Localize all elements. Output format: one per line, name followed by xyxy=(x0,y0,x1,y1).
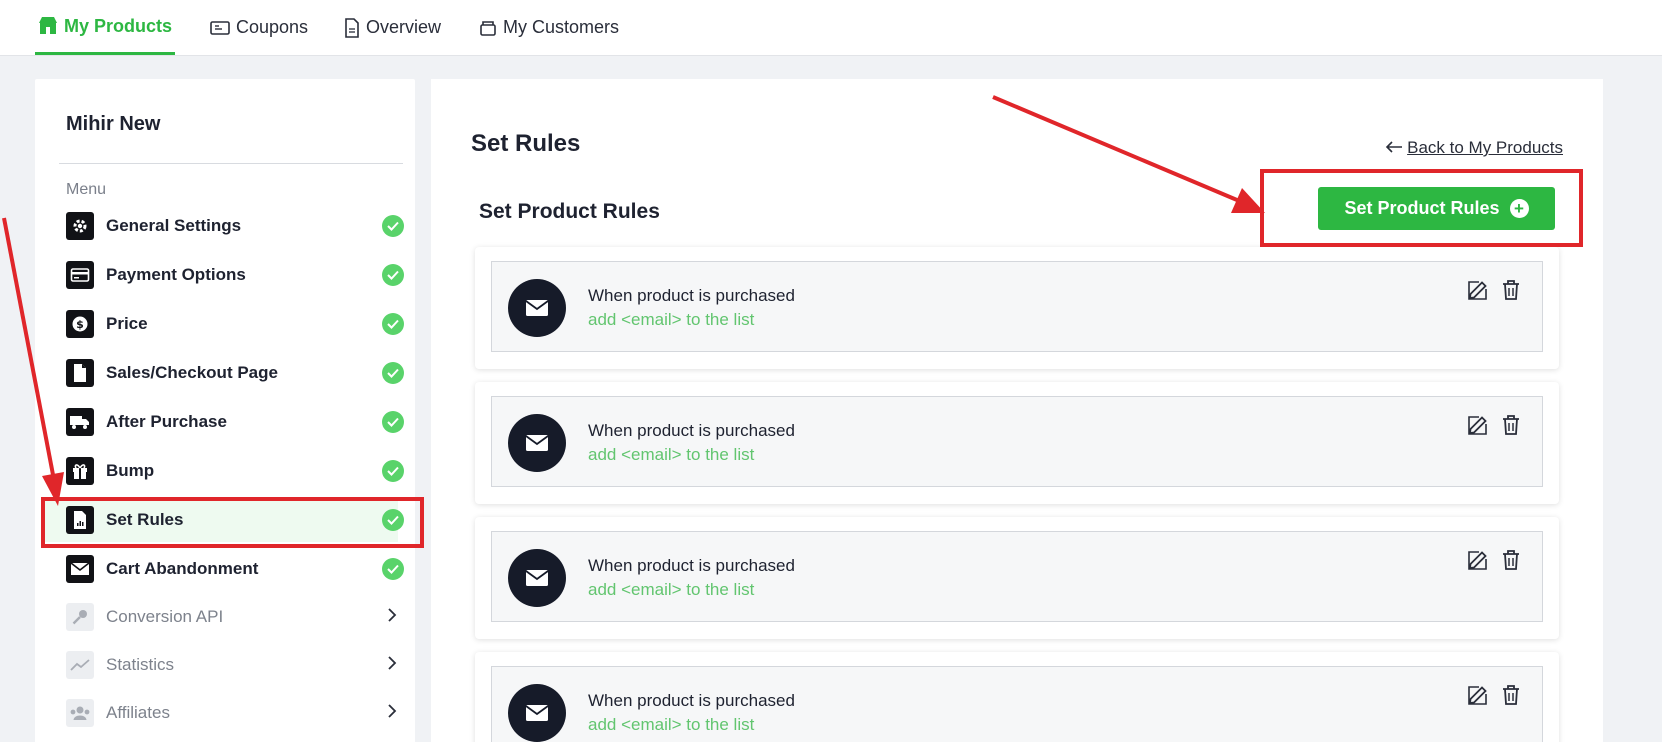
sidebar-item-cart-abandonment[interactable]: Cart Abandonment xyxy=(41,547,404,591)
tab-overview[interactable]: Overview xyxy=(344,0,441,55)
product-sidebar: Mihir New Menu General Settings Payment … xyxy=(35,79,415,742)
rule-card: When product is purchased add <email> to… xyxy=(475,652,1559,742)
page-title: Set Rules xyxy=(471,130,581,157)
back-to-products-link[interactable]: Back to My Products xyxy=(1385,138,1563,158)
sidebar-item-label: Price xyxy=(106,314,148,333)
check-circle-icon xyxy=(382,509,404,531)
sidebar-item-conversion-api[interactable]: Conversion API xyxy=(41,595,398,639)
main-panel: Set Rules Back to My Products Set Produc… xyxy=(431,79,1603,742)
sidebar-item-sales-checkout-page[interactable]: Sales/Checkout Page xyxy=(41,351,404,395)
chevron-right-icon xyxy=(387,607,397,628)
truck-icon xyxy=(66,408,94,436)
chevron-right-icon xyxy=(387,703,397,724)
sidebar-item-set-rules[interactable]: Set Rules xyxy=(41,498,404,542)
check-circle-icon xyxy=(382,411,404,433)
sidebar-item-affiliates[interactable]: Affiliates xyxy=(41,691,398,735)
rule-action: add <email> to the list xyxy=(588,445,755,464)
tab-label: Coupons xyxy=(236,17,309,37)
tab-my-products[interactable]: My Products xyxy=(35,0,176,55)
users-icon xyxy=(66,699,94,727)
credit-card-icon xyxy=(66,261,94,289)
rule-body: When product is purchased add <email> to… xyxy=(491,396,1543,487)
button-label: Set Product Rules xyxy=(1344,198,1500,218)
sidebar-item-label: Set Rules xyxy=(106,510,184,529)
set-product-rules-button[interactable]: Set Product Rules + xyxy=(1318,187,1555,230)
rule-card: When product is purchased add <email> to… xyxy=(475,247,1559,369)
check-circle-icon xyxy=(382,362,404,384)
sidebar-item-label: Cart Abandonment xyxy=(106,559,259,578)
ticket-icon xyxy=(210,20,230,36)
rule-card: When product is purchased add <email> to… xyxy=(475,517,1559,639)
sidebar-item-price[interactable]: $ Price xyxy=(41,302,404,346)
tab-my-customers[interactable]: My Customers xyxy=(479,0,619,55)
sidebar-item-label: Payment Options xyxy=(106,265,246,284)
report-icon xyxy=(66,506,94,534)
tab-label: My Customers xyxy=(503,17,620,37)
envelope-icon xyxy=(508,414,566,472)
envelope-icon xyxy=(508,279,566,337)
arrow-left-icon xyxy=(1385,138,1403,158)
tab-label: My Products xyxy=(64,15,173,36)
rule-action: add <email> to the list xyxy=(588,715,755,734)
trash-icon[interactable] xyxy=(1501,684,1521,711)
rule-card: When product is purchased add <email> to… xyxy=(475,382,1559,504)
sidebar-item-bump[interactable]: Bump xyxy=(41,449,404,493)
section-title: Set Product Rules xyxy=(479,200,660,223)
edit-icon[interactable] xyxy=(1467,549,1489,576)
sidebar-item-after-purchase[interactable]: After Purchase xyxy=(41,400,404,444)
envelope-icon xyxy=(508,684,566,742)
envelope-icon xyxy=(508,549,566,607)
sidebar-item-label: Conversion API xyxy=(106,607,224,626)
rule-trigger: When product is purchased xyxy=(588,421,795,440)
trash-icon[interactable] xyxy=(1501,549,1521,576)
plus-circle-icon: + xyxy=(1509,199,1529,218)
rule-body: When product is purchased add <email> to… xyxy=(491,531,1543,622)
customers-icon xyxy=(479,19,497,37)
dollar-icon: $ xyxy=(66,310,94,338)
sidebar-item-general-settings[interactable]: General Settings xyxy=(41,204,404,248)
back-link-label: Back to My Products xyxy=(1407,138,1563,157)
trash-icon[interactable] xyxy=(1501,414,1521,441)
check-circle-icon xyxy=(382,215,404,237)
rule-body: When product is purchased add <email> to… xyxy=(491,261,1543,352)
rule-trigger: When product is purchased xyxy=(588,286,795,305)
edit-icon[interactable] xyxy=(1467,414,1489,441)
menu-label: Menu xyxy=(66,181,107,198)
sidebar-item-label: After Purchase xyxy=(106,412,227,431)
product-name: Mihir New xyxy=(66,113,161,135)
check-circle-icon xyxy=(382,558,404,580)
envelope-icon xyxy=(66,555,94,583)
edit-icon[interactable] xyxy=(1467,279,1489,306)
tab-label: Overview xyxy=(366,17,442,37)
trash-icon[interactable] xyxy=(1501,279,1521,306)
trend-icon xyxy=(66,651,94,679)
sidebar-item-statistics[interactable]: Statistics xyxy=(41,643,398,687)
sidebar-item-label: Sales/Checkout Page xyxy=(106,363,278,382)
gear-icon xyxy=(66,212,94,240)
top-navigation: My Products Coupons Overview My Customer… xyxy=(0,0,1662,56)
store-icon xyxy=(38,16,58,36)
check-circle-icon xyxy=(382,460,404,482)
sidebar-item-label: Bump xyxy=(106,461,155,480)
rule-body: When product is purchased add <email> to… xyxy=(491,666,1543,742)
divider xyxy=(59,163,403,164)
document-icon xyxy=(344,17,360,38)
sidebar-item-payment-options[interactable]: Payment Options xyxy=(41,253,404,297)
page-icon xyxy=(66,359,94,387)
svg-text:$: $ xyxy=(76,318,84,331)
check-circle-icon xyxy=(382,313,404,335)
sidebar-item-label: General Settings xyxy=(106,216,242,235)
rule-action: add <email> to the list xyxy=(588,310,755,329)
edit-icon[interactable] xyxy=(1467,684,1489,711)
chevron-right-icon xyxy=(387,655,397,676)
sidebar-item-label: Affiliates xyxy=(106,703,170,722)
tab-coupons[interactable]: Coupons xyxy=(210,0,308,55)
key-icon xyxy=(66,603,94,631)
rule-trigger: When product is purchased xyxy=(588,556,795,575)
sidebar-item-label: Statistics xyxy=(106,655,175,674)
rule-action: add <email> to the list xyxy=(588,580,755,599)
rule-trigger: When product is purchased xyxy=(588,691,795,710)
check-circle-icon xyxy=(382,264,404,286)
gift-icon xyxy=(66,457,94,485)
